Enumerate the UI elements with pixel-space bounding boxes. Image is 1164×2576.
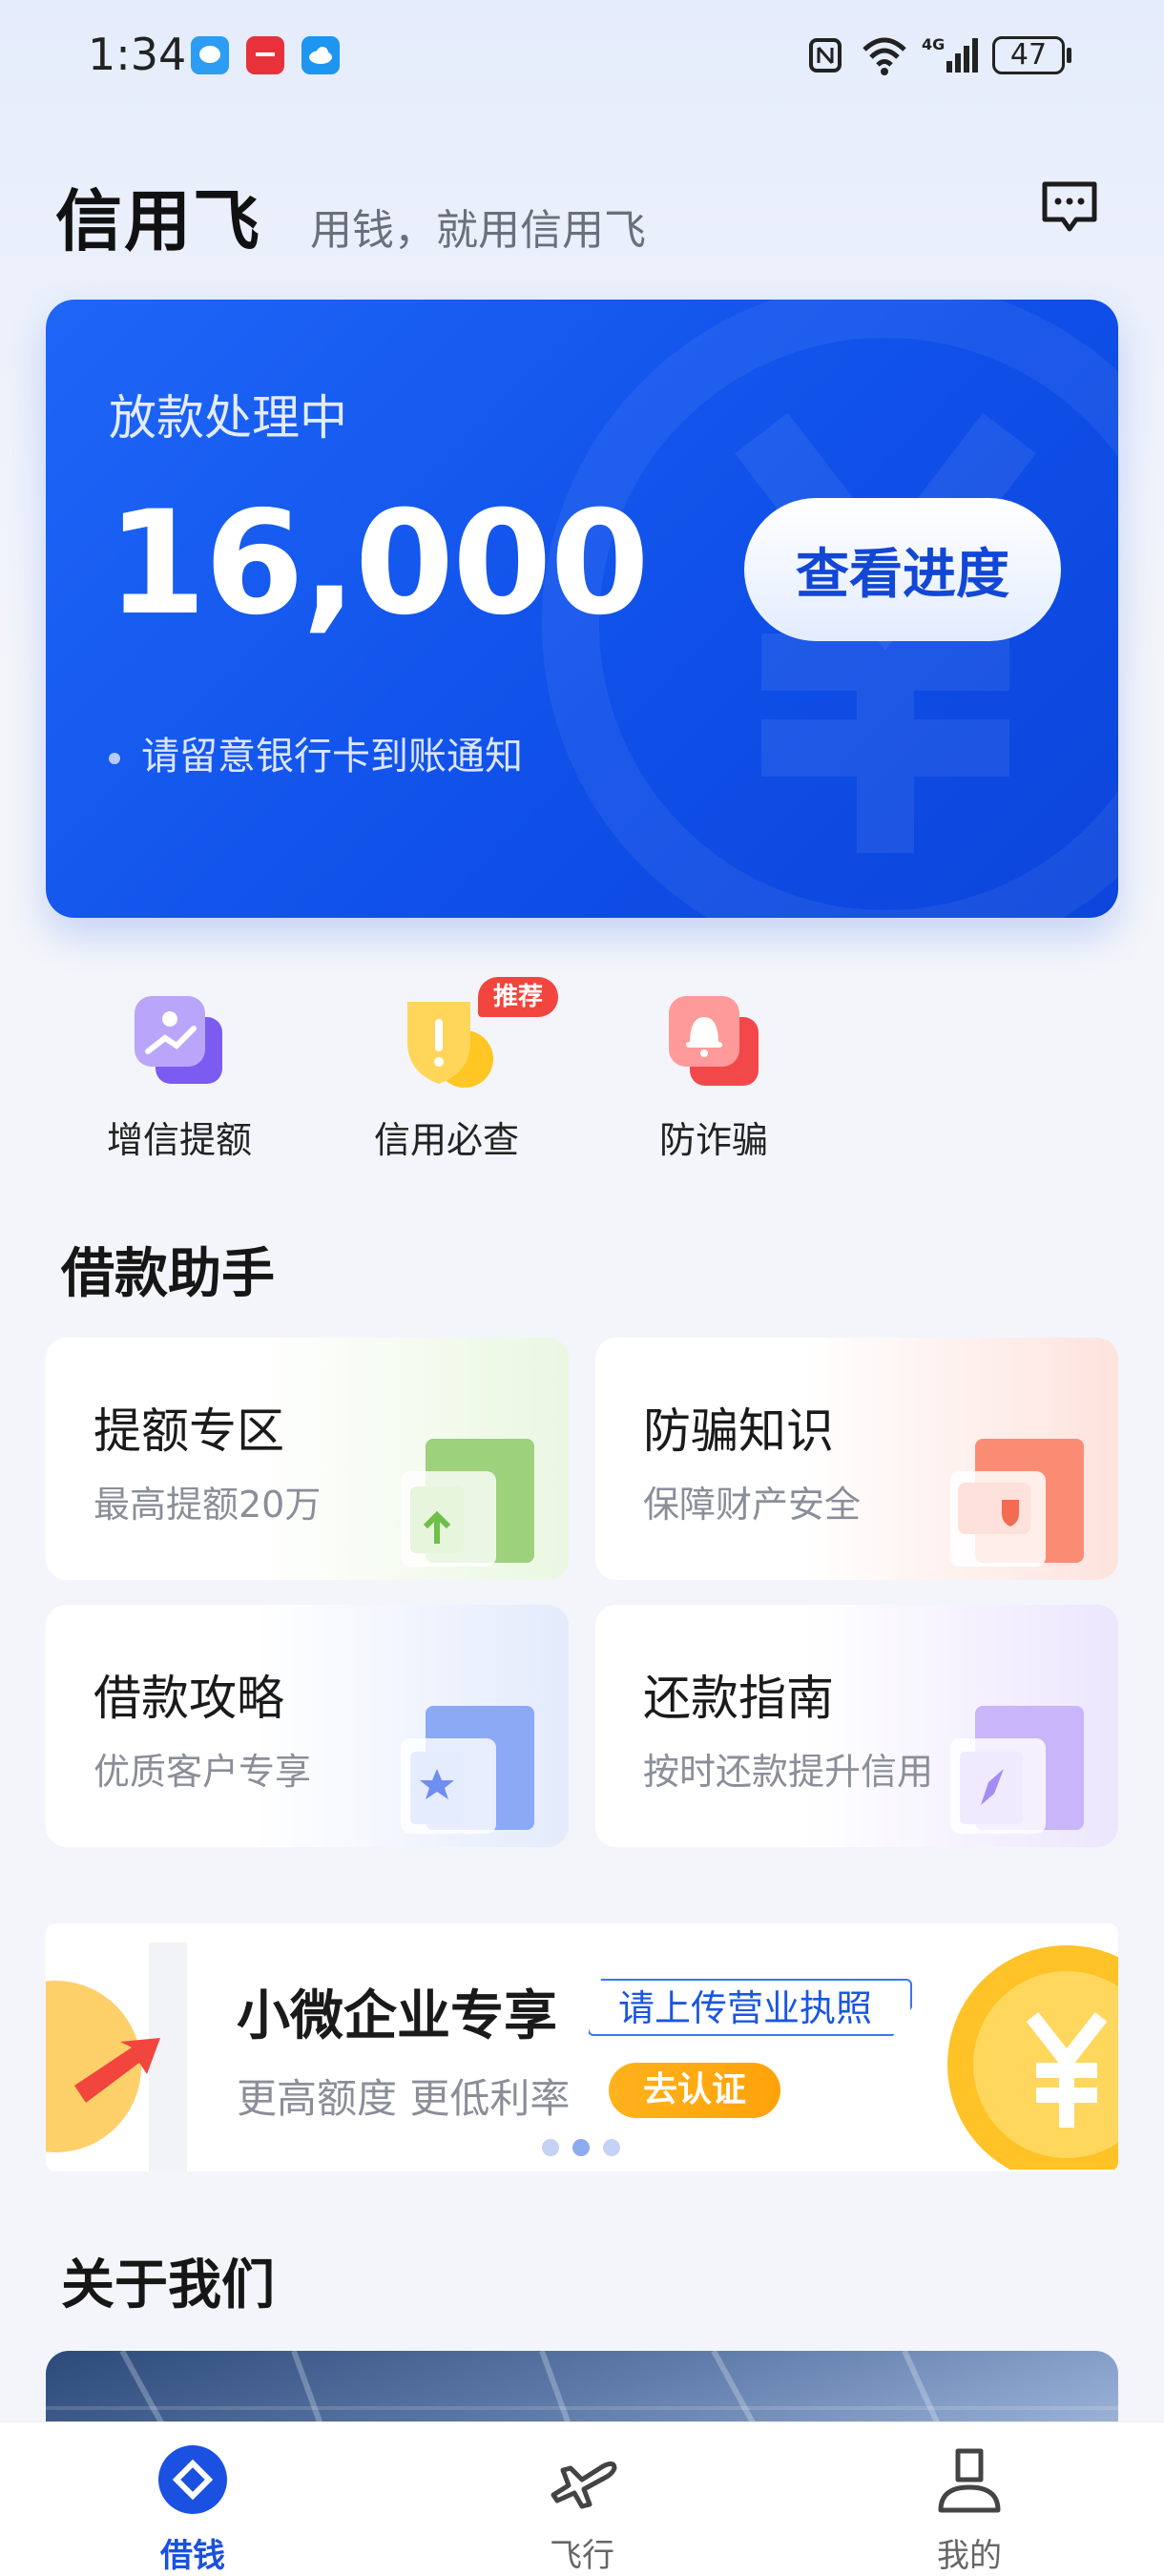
tile-title: 防骗知识 <box>643 1403 834 1459</box>
nav-label: 借钱 <box>160 2537 225 2575</box>
quick-action-label: 信用必查 <box>373 1119 519 1161</box>
star-book-icon <box>401 1706 534 1834</box>
nav-label: 我的 <box>937 2537 1002 2575</box>
tile-credit-zone[interactable]: 提额专区 最高提额20万 <box>46 1338 569 1580</box>
carousel-dots <box>542 2139 634 2160</box>
svg-text:4G: 4G <box>922 35 945 53</box>
credit-increase-icon <box>127 988 232 1093</box>
nav-mine[interactable]: 我的 <box>864 2441 1074 2576</box>
nav-label: 飞行 <box>550 2537 614 2575</box>
tile-loan-guide[interactable]: 借款攻略 优质客户专享 <box>46 1605 569 1847</box>
tile-repayment-guide[interactable]: 还款指南 按时还款提升信用 <box>595 1605 1118 1847</box>
quick-action-label: 增信提额 <box>106 1119 252 1161</box>
carousel-dot-active[interactable] <box>572 2139 590 2156</box>
quick-action-credit-check[interactable]: 推荐 信用必查 <box>342 977 559 1163</box>
wifi-icon <box>863 37 906 75</box>
gold-yuan-coin-icon <box>947 1945 1118 2170</box>
status-time: 1:34 <box>88 29 187 80</box>
compass-icon <box>950 1706 1084 1834</box>
certify-button[interactable]: 去认证 <box>609 2063 780 2118</box>
tile-subtitle: 保障财产安全 <box>643 1484 862 1526</box>
bottom-navigation: 借钱 飞行 我的 <box>0 2421 1164 2576</box>
banner-tag: 请上传营业执照 <box>588 1979 912 2036</box>
recommend-badge: 推荐 <box>478 977 559 1017</box>
red-arrow-coin-icon <box>46 1942 187 2171</box>
about-section-title: 关于我们 <box>61 2254 275 2316</box>
loan-status-text: 放款处理中 <box>109 390 347 446</box>
credit-check-icon: 推荐 <box>394 977 559 1093</box>
battery-level: 47 <box>1009 38 1048 72</box>
battery-indicator: 47 <box>992 36 1065 74</box>
upload-document-icon <box>401 1439 534 1567</box>
loan-note: 请留意银行卡到账通知 <box>109 725 523 780</box>
tile-subtitle: 优质客户专享 <box>94 1751 312 1793</box>
borrow-diamond-icon <box>158 2445 227 2514</box>
banner-title: 小微企业专享 <box>237 1985 557 2047</box>
carousel-dot[interactable] <box>542 2139 559 2156</box>
tile-title: 提额专区 <box>94 1403 284 1459</box>
airplane-icon <box>551 2461 617 2509</box>
quick-action-label: 防诈骗 <box>658 1119 768 1161</box>
battery-tip <box>1067 48 1071 63</box>
tile-subtitle: 最高提额20万 <box>94 1484 322 1526</box>
chat-app-notification-icon <box>191 36 229 74</box>
banner-subtitle: 更高额度 更低利率 <box>237 2075 571 2122</box>
nav-borrow[interactable]: 借钱 <box>88 2441 298 2576</box>
status-bar: 1:34 4G 47 <box>0 0 1164 114</box>
tile-title: 借款攻略 <box>94 1671 284 1726</box>
bullet-dot <box>109 753 120 764</box>
quick-action-credit-increase[interactable]: 增信提额 <box>74 988 284 1163</box>
loan-status-card[interactable]: 放款处理中 16,000 查看进度 请留意银行卡到账通知 <box>46 300 1118 918</box>
carousel-dot[interactable] <box>603 2139 620 2156</box>
anti-fraud-bell-icon <box>661 988 766 1093</box>
shield-card-icon <box>950 1439 1084 1567</box>
cloud-app-notification-icon <box>301 36 340 74</box>
tile-fraud-knowledge[interactable]: 防骗知识 保障财产安全 <box>595 1338 1118 1580</box>
view-progress-button[interactable]: 查看进度 <box>744 498 1061 641</box>
tile-subtitle: 按时还款提升信用 <box>643 1751 934 1793</box>
quick-action-anti-fraud[interactable]: 防诈骗 <box>609 988 819 1163</box>
cellular-signal-icon: 4G <box>922 35 978 73</box>
message-icon[interactable] <box>1040 179 1099 235</box>
nav-flight[interactable]: 飞行 <box>477 2441 687 2576</box>
promo-banner[interactable]: 小微企业专享 请上传营业执照 更高额度 更低利率 去认证 <box>46 1923 1118 2171</box>
huawei-app-notification-icon <box>246 36 284 74</box>
app-brand-title: 信用飞 <box>55 182 261 260</box>
assistant-section-title: 借款助手 <box>61 1243 275 1305</box>
nfc-icon <box>809 38 842 73</box>
loan-amount: 16,000 <box>107 481 650 647</box>
tile-title: 还款指南 <box>643 1671 834 1726</box>
user-profile-icon <box>938 2448 1001 2513</box>
loan-note-text: 请留意银行卡到账通知 <box>141 735 523 779</box>
app-slogan: 用钱，就用信用飞 <box>310 206 646 255</box>
